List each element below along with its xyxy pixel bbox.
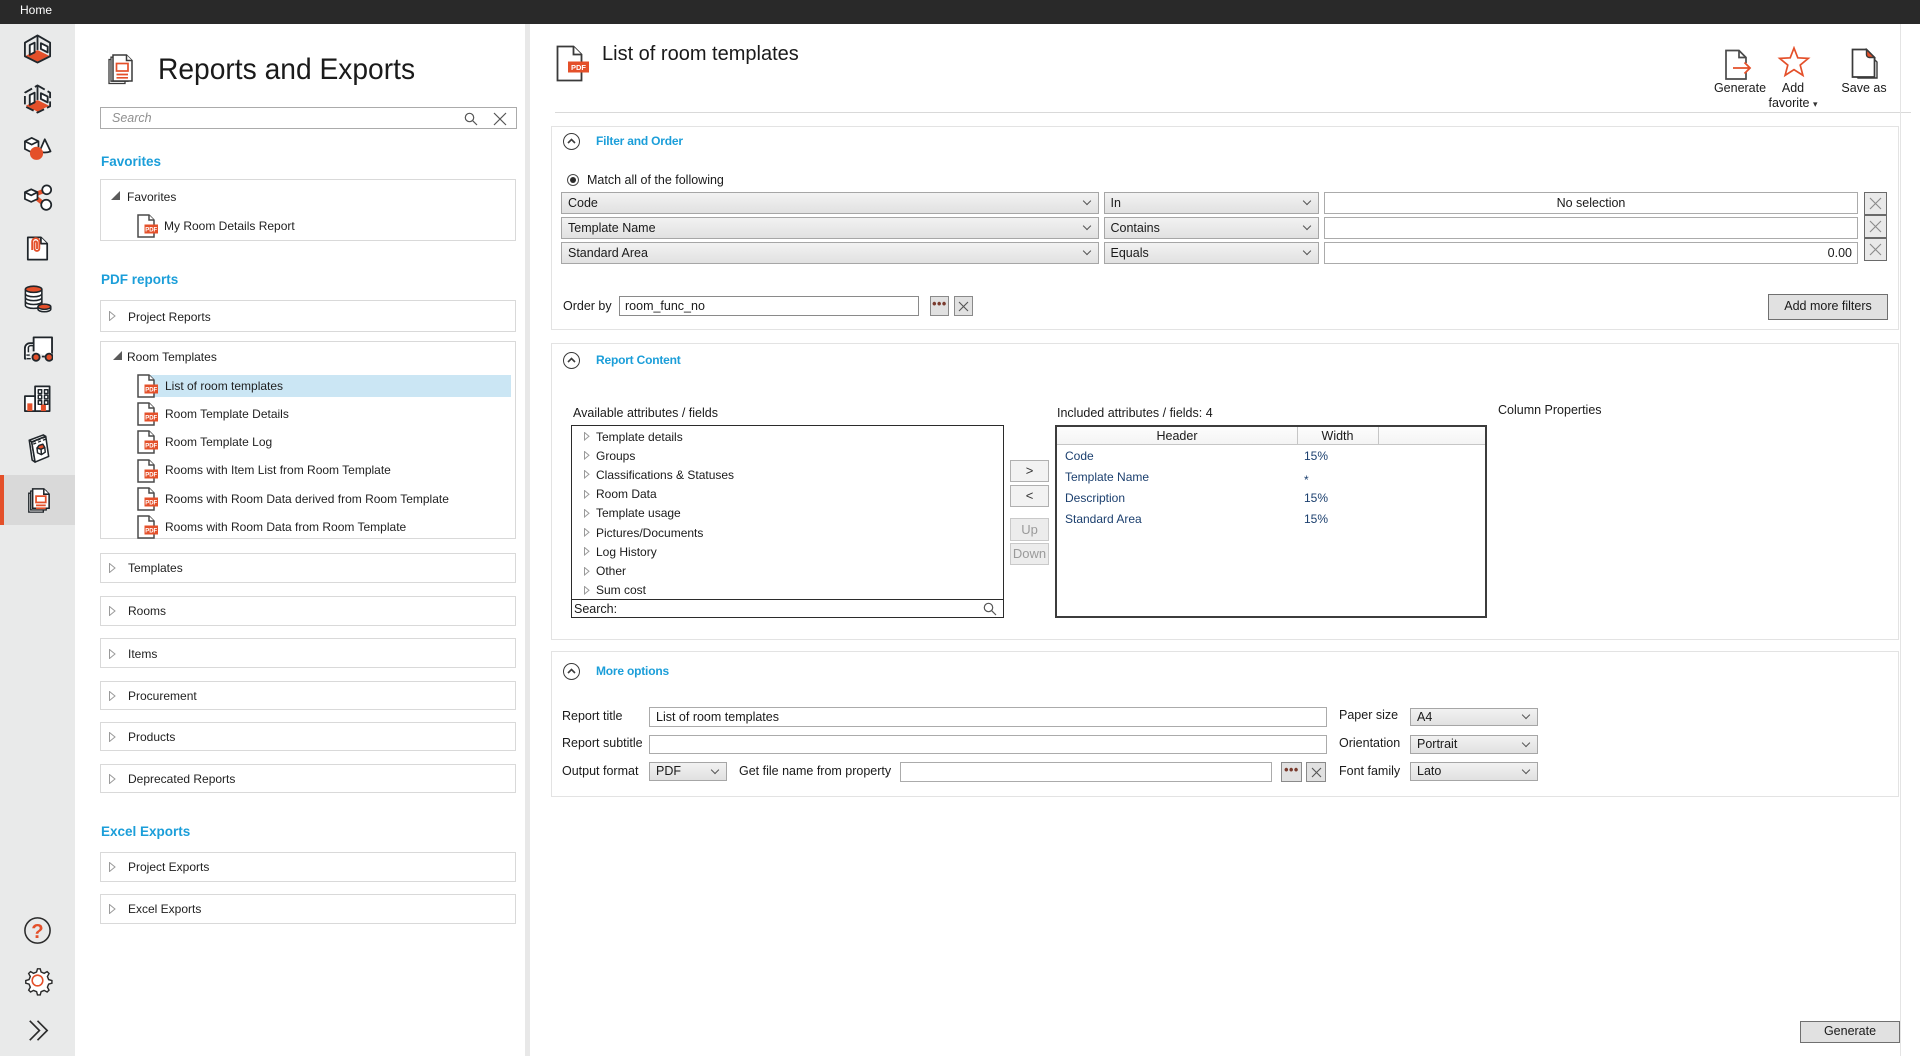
svg-text:PDF: PDF [571,63,586,72]
svg-text:?: ? [31,921,43,943]
svg-text:PDF: PDF [145,228,157,234]
